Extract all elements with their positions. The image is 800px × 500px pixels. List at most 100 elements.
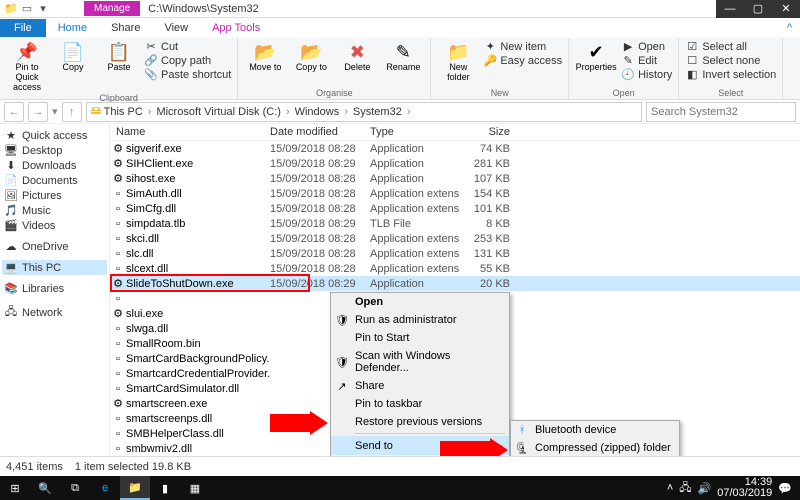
qat-dropdown-icon[interactable]: ▾ <box>36 2 50 16</box>
file-size: 281 KB <box>460 158 520 170</box>
tab-share[interactable]: Share <box>99 19 152 37</box>
search-input[interactable] <box>646 102 796 122</box>
file-list[interactable]: Name Date modified Type Size ⚙sigverif.e… <box>110 124 800 456</box>
column-headers[interactable]: Name Date modified Type Size <box>110 124 800 141</box>
nav-quick-access[interactable]: ★Quick access <box>2 128 107 143</box>
edit-button[interactable]: ✎Edit <box>621 54 672 67</box>
pictures-icon: 🖼 <box>4 189 18 202</box>
paste-button[interactable]: 📋Paste <box>98 40 140 73</box>
col-date[interactable]: Date modified <box>270 126 370 138</box>
open-button[interactable]: ▶Open <box>621 40 672 53</box>
nav-this-pc[interactable]: 💻This PC <box>2 260 107 275</box>
nav-network[interactable]: 🖧Network <box>2 302 107 323</box>
edge-icon[interactable]: e <box>90 476 120 500</box>
sendto-bluetooth[interactable]: ᚼBluetooth device <box>511 421 679 439</box>
properties-button[interactable]: ✔Properties <box>575 40 617 73</box>
easyaccess-button[interactable]: 🔑Easy access <box>483 54 562 67</box>
invert-button[interactable]: ◧Invert selection <box>685 68 776 81</box>
col-name[interactable]: Name <box>110 126 270 138</box>
breadcrumb[interactable]: 🖴 This PC› Microsoft Virtual Disk (C:)› … <box>86 102 642 122</box>
cut-button[interactable]: ✂Cut <box>144 40 231 53</box>
file-row[interactable]: ▫skci.dll15/09/2018 08:28Application ext… <box>110 231 800 246</box>
file-icon: ▫ <box>110 428 126 440</box>
col-type[interactable]: Type <box>370 126 460 138</box>
taskbar[interactable]: ⊞ 🔍 ⧉ e 📁 ▮ ▦ ˄ 🖧 🔊 14:3907/03/2019 💬 <box>0 476 800 500</box>
explorer-icon[interactable]: 📁 <box>120 476 150 500</box>
file-name: slcext.dll <box>126 263 270 275</box>
clock[interactable]: 14:3907/03/2019 <box>717 477 772 499</box>
nav-documents[interactable]: 📄Documents <box>2 173 107 188</box>
nav-music[interactable]: 🎵Music <box>2 203 107 218</box>
file-row[interactable]: ▫simpdata.tlb15/09/2018 08:29TLB File8 K… <box>110 216 800 231</box>
file-name: SimAuth.dll <box>126 188 270 200</box>
sendto-compressed[interactable]: 🗜Compressed (zipped) folder <box>511 439 679 456</box>
forward-button[interactable]: → <box>28 102 48 122</box>
file-row[interactable]: ▫SimAuth.dll15/09/2018 08:28Application … <box>110 186 800 201</box>
history-button[interactable]: 🕘History <box>621 68 672 81</box>
tab-view[interactable]: View <box>152 19 200 37</box>
paste-shortcut-button[interactable]: 📎Paste shortcut <box>144 68 231 81</box>
file-type: Application extens... <box>370 188 460 200</box>
copyto-button[interactable]: 📂Copy to <box>290 40 332 73</box>
ctx-open[interactable]: Open <box>331 293 509 311</box>
file-row[interactable]: ⚙sihost.exe15/09/2018 08:28Application10… <box>110 171 800 186</box>
file-name: slwga.dll <box>126 323 270 335</box>
up-button[interactable]: ↑ <box>62 102 82 122</box>
file-icon: ▫ <box>110 353 126 365</box>
qat-props-icon[interactable]: ▭ <box>20 2 34 16</box>
close-button[interactable]: ✕ <box>772 0 800 18</box>
file-row[interactable]: ▫slc.dll15/09/2018 08:28Application exte… <box>110 246 800 261</box>
terminal-icon[interactable]: ▮ <box>150 476 180 500</box>
selectnone-button[interactable]: ☐Select none <box>685 54 776 67</box>
copy-button[interactable]: 📄Copy <box>52 40 94 73</box>
recent-locations-icon[interactable]: ▾ <box>52 105 58 118</box>
newitem-button[interactable]: ✦New item <box>483 40 562 53</box>
ctx-defender[interactable]: 🛡Scan with Windows Defender... <box>331 347 509 377</box>
file-row[interactable]: ⚙sigverif.exe15/09/2018 08:28Application… <box>110 141 800 156</box>
notifications-icon[interactable]: 💬 <box>778 482 792 495</box>
ctx-share[interactable]: ↗Share <box>331 377 509 395</box>
moveto-button[interactable]: 📂Move to <box>244 40 286 73</box>
start-button[interactable]: ⊞ <box>0 476 30 500</box>
file-icon: ▫ <box>110 368 126 380</box>
app-icon[interactable]: ▦ <box>180 476 210 500</box>
ctx-pin-to-taskbar[interactable]: Pin to taskbar <box>331 395 509 413</box>
file-icon: ▫ <box>110 248 126 260</box>
back-button[interactable]: ← <box>4 102 24 122</box>
file-row[interactable]: ▫SimCfg.dll15/09/2018 08:28Application e… <box>110 201 800 216</box>
nav-onedrive[interactable]: ☁OneDrive <box>2 239 107 254</box>
collapse-ribbon-icon[interactable]: ^ <box>779 22 800 34</box>
tray-network-icon[interactable]: 🖧 <box>679 479 691 498</box>
minimize-button[interactable]: — <box>716 0 744 18</box>
file-row[interactable]: ⚙SIHClient.exe15/09/2018 08:29Applicatio… <box>110 156 800 171</box>
selectall-button[interactable]: ☑Select all <box>685 40 776 53</box>
tab-apptools[interactable]: App Tools <box>200 19 272 37</box>
taskview-icon[interactable]: ⧉ <box>60 476 90 500</box>
maximize-button[interactable]: ▢ <box>744 0 772 18</box>
nav-downloads[interactable]: ⬇Downloads <box>2 158 107 173</box>
nav-videos[interactable]: 🎬Videos <box>2 218 107 233</box>
file-type: Application <box>370 158 460 170</box>
copypath-button[interactable]: 🔗Copy path <box>144 54 231 67</box>
col-size[interactable]: Size <box>460 126 520 138</box>
ctx-restore[interactable]: Restore previous versions <box>331 413 509 431</box>
file-icon: ▫ <box>110 233 126 245</box>
contextual-tab-manage[interactable]: Manage <box>84 1 140 16</box>
tab-home[interactable]: Home <box>46 19 99 37</box>
delete-button[interactable]: ✖Delete <box>336 40 378 73</box>
nav-desktop[interactable]: 🖥Desktop <box>2 143 107 158</box>
ctx-pin-to-start[interactable]: Pin to Start <box>331 329 509 347</box>
tray-chevron-icon[interactable]: ˄ <box>667 482 673 494</box>
search-icon[interactable]: 🔍 <box>30 476 60 500</box>
tray-volume-icon[interactable]: 🔊 <box>698 482 712 495</box>
rename-button[interactable]: ✎Rename <box>382 40 424 73</box>
bluetooth-icon: ᚼ <box>515 424 529 436</box>
pin-quick-access-button[interactable]: 📌Pin to Quick access <box>6 40 48 93</box>
tab-file[interactable]: File <box>0 19 46 37</box>
nav-pictures[interactable]: 🖼Pictures <box>2 188 107 203</box>
navigation-pane[interactable]: ★Quick access 🖥Desktop ⬇Downloads 📄Docum… <box>0 124 110 456</box>
nav-libraries[interactable]: 📚Libraries <box>2 281 107 296</box>
system-tray[interactable]: ˄ 🖧 🔊 14:3907/03/2019 💬 <box>667 477 800 499</box>
newfolder-button[interactable]: 📁New folder <box>437 40 479 83</box>
ctx-run-as-admin[interactable]: 🛡Run as administrator <box>331 311 509 329</box>
